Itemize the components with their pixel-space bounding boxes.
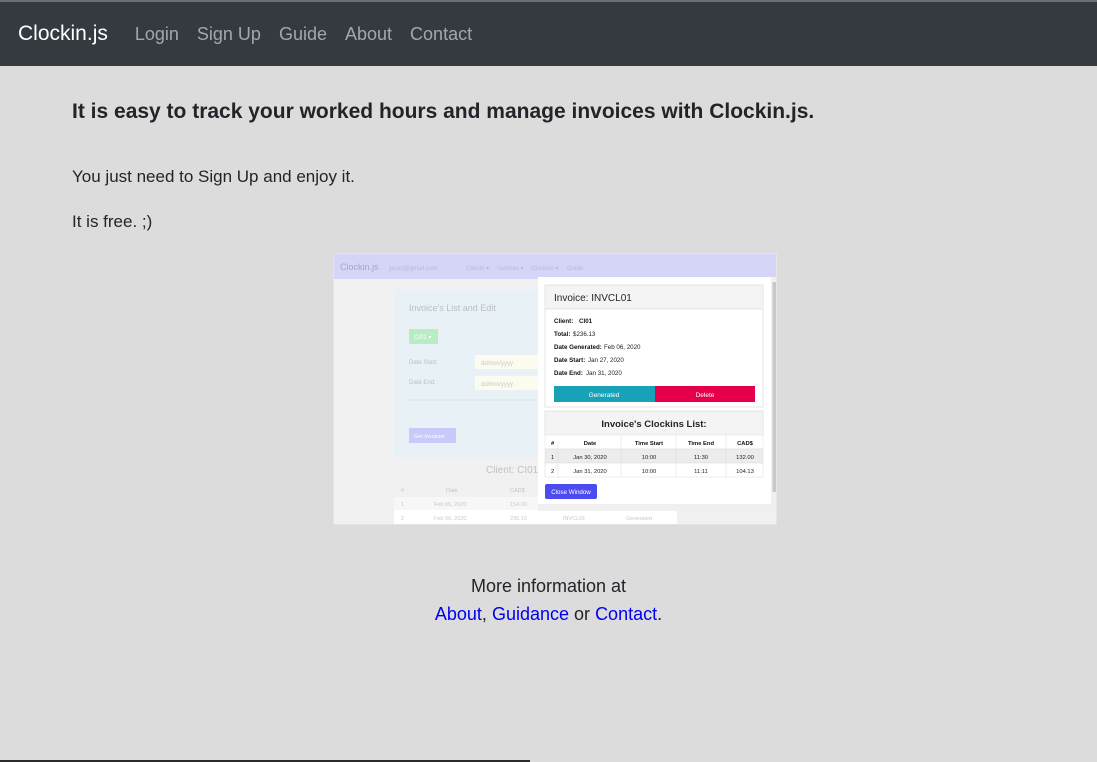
preview-bg-date-start-label: Date Start: xyxy=(409,360,438,366)
more-info-links: About, Guidance or Contact. xyxy=(0,600,1097,628)
preview-list-title: Invoice's Clockins List: xyxy=(601,419,706,430)
preview-bg-nav-4: Clockins ▾ xyxy=(531,266,558,272)
about-link[interactable]: About xyxy=(435,604,482,624)
preview-bg-client-heading: Client: CI01 xyxy=(486,465,539,476)
main-content: It is easy to track your worked hours an… xyxy=(0,66,1097,762)
preview-bg-client-btn: CI01 ▾ xyxy=(414,335,431,341)
more-info: More information at About, Guidance or C… xyxy=(0,572,1097,628)
preview-list-r1-3: 10:00 xyxy=(642,455,657,461)
preview-list-r2-4: 11:11 xyxy=(694,469,708,475)
preview-list-r1-5: 132.00 xyxy=(736,455,754,461)
contact-link[interactable]: Contact xyxy=(595,604,657,624)
preview-gen-value: Feb 06, 2020 xyxy=(604,344,641,351)
preview-bg-nav-5: Guide xyxy=(567,266,584,272)
preview-bg-r1-1: 1 xyxy=(401,502,404,508)
preview-modal-title: Invoice: INVCL01 xyxy=(554,293,632,304)
preview-bg-th-2: Date xyxy=(446,488,458,494)
signup-text: You just need to Sign Up and enjoy it. xyxy=(72,167,355,186)
nav-link-contact[interactable]: Contact xyxy=(410,24,472,45)
guidance-link[interactable]: Guidance xyxy=(492,604,569,624)
period: . xyxy=(657,604,663,624)
preview-list-th-3: Time Start xyxy=(635,441,663,447)
preview-close-window-button: Close Window xyxy=(551,489,591,496)
preview-bg-r1-3: 154.00 xyxy=(510,502,527,508)
preview-bg-th-3: CAD$ xyxy=(510,488,525,494)
preview-end-label: Date End: xyxy=(554,370,583,377)
preview-bg-date-start: dd/mm/yyyy xyxy=(481,361,513,367)
or-separator: or xyxy=(574,604,591,624)
preview-list-r1-1: 1 xyxy=(551,455,554,461)
preview-start-label: Date Start: xyxy=(554,357,585,364)
preview-bg-panel-title: Invoice's List and Edit xyxy=(409,303,496,313)
top-navbar: Clockin.js Login Sign Up Guide About Con… xyxy=(0,2,1097,66)
nav-link-guide[interactable]: Guide xyxy=(279,24,327,45)
preview-bg-nav-1: yours@gmail.com xyxy=(389,266,437,272)
preview-list-r1-2: Jan 30, 2020 xyxy=(573,455,607,461)
brand-logo-link[interactable]: Clockin.js xyxy=(18,22,108,46)
preview-total-label: Total: xyxy=(554,331,570,338)
preview-start-value: Jan 27, 2020 xyxy=(588,357,624,364)
preview-bg-r1-2: Feb 06, 2020 xyxy=(434,502,466,508)
preview-bg-brand: Clockin.js xyxy=(340,262,379,272)
preview-list-th-4: Time End xyxy=(688,441,714,447)
preview-list-r2-2: Jan 31, 2020 xyxy=(573,469,607,475)
free-text: It is free. ;) xyxy=(72,212,153,231)
preview-list-r2-5: 104.13 xyxy=(736,469,754,475)
preview-delete-button: Delete xyxy=(696,392,715,399)
nav-link-sign-up[interactable]: Sign Up xyxy=(197,24,261,45)
preview-bg-r2-1: 2 xyxy=(401,516,404,522)
preview-gen-label: Date Generated: xyxy=(554,344,602,351)
nav-link-about[interactable]: About xyxy=(345,24,392,45)
preview-client-value: CI01 xyxy=(579,318,593,325)
comma-separator: , xyxy=(481,604,487,624)
preview-bg-date-end-label: Date End: xyxy=(409,380,436,386)
preview-bg-r2-2: Feb 06, 2020 xyxy=(434,516,466,522)
preview-bg-r2-5: Generated xyxy=(626,516,652,522)
preview-generated-button: Generated xyxy=(589,392,620,399)
preview-list-r2-3: 10:00 xyxy=(642,469,657,475)
preview-end-value: Jan 31, 2020 xyxy=(586,370,622,377)
preview-list-r1-4: 11:30 xyxy=(694,455,708,461)
preview-total-value: $236.13 xyxy=(573,331,596,338)
preview-client-label: Client: xyxy=(554,318,573,325)
preview-bg-nav-2: Clients ▾ xyxy=(466,266,489,272)
more-info-text: More information at xyxy=(470,576,627,596)
preview-list-th-2: Date xyxy=(584,441,597,447)
app-preview-image: Clockin.js yours@gmail.com Clients ▾ Inv… xyxy=(333,253,777,525)
page-headline: It is easy to track your worked hours an… xyxy=(72,100,815,123)
preview-list-r2-1: 2 xyxy=(551,469,554,475)
preview-bg-date-end: dd/mm/yyyy xyxy=(481,382,513,388)
preview-bg-nav-3: Invoices ▾ xyxy=(497,266,524,272)
nav-link-login[interactable]: Login xyxy=(135,24,179,45)
preview-bg-get-invoices: Get Invoices xyxy=(414,434,445,440)
preview-bg-r2-4: INVCL01 xyxy=(563,516,585,522)
preview-bg-r2-3: 236.13 xyxy=(510,516,527,522)
preview-list-th-5: CAD$ xyxy=(737,441,754,447)
